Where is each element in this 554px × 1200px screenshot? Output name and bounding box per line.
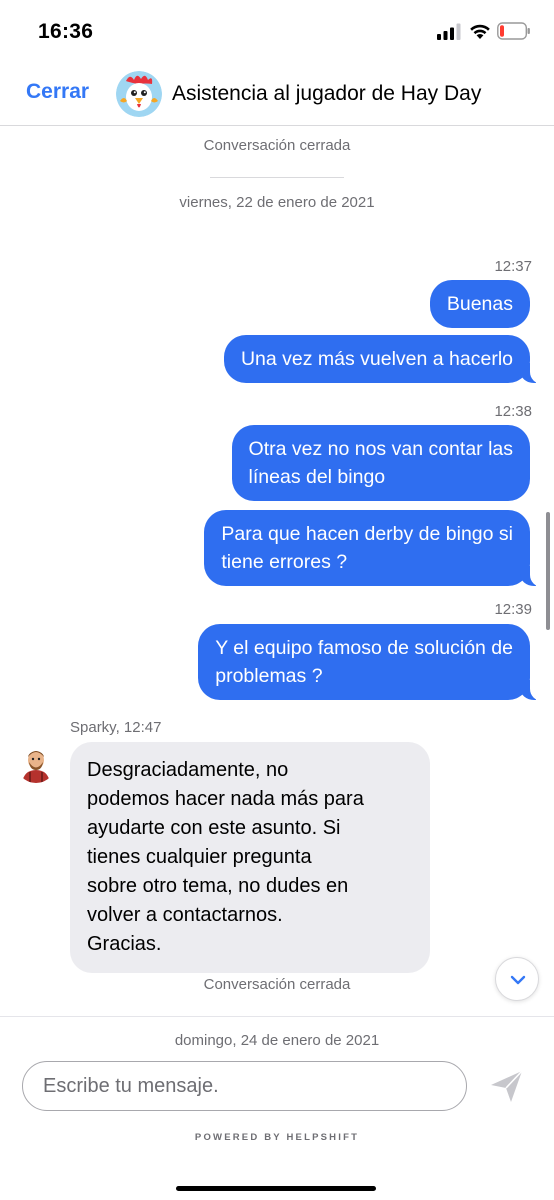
composer: domingo, 24 de enero de 2021 POWERED BY … — [0, 1008, 554, 1200]
battery-low-icon — [497, 22, 530, 40]
outgoing-message[interactable]: Otra vez no nos van contar las líneas de… — [231, 425, 530, 501]
message-text-line: Para que hacen derby de bingo si — [221, 523, 513, 545]
message-text-line: Gracias. — [87, 933, 162, 955]
agent-name-time: Sparky, 12:47 — [70, 719, 162, 736]
message-text-line: podemos hacer nada más para — [87, 788, 364, 810]
divider — [210, 177, 344, 178]
chevron-down-icon — [510, 975, 526, 985]
header-title: Asistencia al jugador de Hay Day — [172, 82, 482, 105]
message-text-line: líneas del bingo — [248, 466, 386, 488]
wifi-icon — [470, 24, 490, 39]
message-timestamp: 12:38 — [494, 403, 532, 420]
farmer-avatar-icon — [16, 743, 56, 783]
send-paper-plane-icon[interactable] — [487, 1066, 527, 1106]
scroll-to-bottom-button[interactable] — [495, 957, 539, 1001]
chat-scroll-area[interactable]: Conversación cerrada viernes, 22 de ener… — [0, 127, 554, 1007]
message-text: Una vez más vuelven a hacerlo — [240, 348, 513, 370]
message-text-line: problemas ? — [215, 665, 323, 687]
message-text-line: Desgraciadamente, no — [87, 759, 289, 781]
message-text-line: volver a contactarnos. — [87, 904, 283, 926]
status-time: 16:36 — [38, 20, 94, 43]
incoming-message[interactable]: Desgraciadamente, no podemos hacer nada … — [70, 742, 430, 973]
scrollbar[interactable] — [546, 512, 550, 630]
outgoing-message[interactable]: Buenas — [429, 280, 530, 328]
conversation-closed-label: Conversación cerrada — [203, 137, 351, 154]
outgoing-message[interactable]: Una vez más vuelven a hacerlo — [223, 335, 545, 384]
cellular-signal-icon — [437, 23, 461, 40]
divider — [0, 1016, 554, 1017]
date-separator: viernes, 22 de enero de 2021 — [179, 194, 375, 211]
message-input[interactable] — [22, 1061, 467, 1111]
outgoing-message[interactable]: Y el equipo famoso de solución de proble… — [198, 624, 544, 701]
rooster-avatar-icon — [116, 71, 162, 117]
outgoing-message[interactable]: Para que hacen derby de bingo si tiene e… — [204, 510, 544, 587]
powered-by-label: POWERED BY HELPSHIFT — [194, 1132, 360, 1143]
message-text-line: Y el equipo famoso de solución de — [215, 637, 513, 659]
message-text-line: ayudarte con este asunto. Si — [87, 817, 341, 839]
message-text: Buenas — [446, 293, 513, 315]
close-button[interactable]: Cerrar — [26, 80, 89, 104]
conversation-closed-label: Conversación cerrada — [203, 976, 351, 993]
message-text-line: sobre otro tema, no dudes en — [87, 875, 349, 897]
message-text-line: tienes cualquier pregunta — [87, 846, 312, 868]
chat-header: Cerrar Asistencia al jugador de Hay Day — [0, 62, 554, 126]
date-separator: domingo, 24 de enero de 2021 — [174, 1032, 380, 1049]
message-timestamp: 12:39 — [494, 601, 532, 618]
status-bar: 16:36 — [0, 0, 554, 62]
message-timestamp: 12:37 — [494, 258, 532, 275]
home-indicator[interactable] — [176, 1186, 376, 1191]
message-text-line: tiene errores ? — [221, 551, 348, 573]
message-text-line: Otra vez no nos van contar las — [248, 438, 513, 460]
